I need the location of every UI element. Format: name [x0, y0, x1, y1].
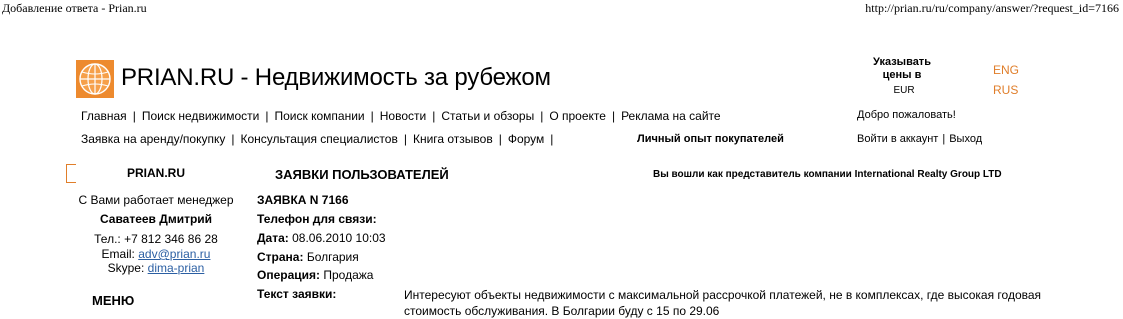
nav-separator: |	[370, 109, 374, 123]
nav-request[interactable]: Заявка на аренду/покупку	[81, 132, 225, 146]
manager-email-link[interactable]: adv@prian.ru	[138, 247, 210, 261]
request-number: ЗАЯВКА N 7166	[257, 193, 349, 207]
manager-email-row: Email: adv@prian.ru	[66, 247, 246, 261]
nav-separator: |	[611, 109, 616, 123]
lang-rus-link[interactable]: RUS	[993, 83, 1018, 97]
country-row: Страна: Болгария	[257, 250, 359, 264]
currency-label: Указывать цены в	[873, 56, 931, 81]
globe-logo-icon[interactable]	[76, 60, 114, 98]
country-value: Болгария	[306, 250, 359, 264]
main-nav: Главная | Поиск недвижимости | Поиск компани…	[81, 109, 721, 123]
nav-separator: |	[132, 109, 136, 123]
phone-label: Телефон для связи:	[257, 212, 377, 226]
secondary-nav: Заявка на аренду/покупку | Консультация сп…	[81, 132, 559, 146]
login-link[interactable]: Войти в аккаунт	[857, 133, 938, 145]
auth-separator: |	[942, 133, 946, 145]
date-row: Дата: 08.06.2010 10:03	[257, 231, 386, 245]
lang-eng-link[interactable]: ENG	[993, 63, 1019, 77]
welcome-text: Добро пожаловать!	[857, 109, 956, 121]
nav-separator: |	[403, 132, 407, 146]
nav-articles[interactable]: Статьи и обзоры	[441, 109, 534, 123]
nav-forum[interactable]: Форум	[508, 132, 544, 146]
nav-consultation[interactable]: Консультация специалистов	[241, 132, 398, 146]
manager-intro: С Вами работает менеджер	[78, 193, 234, 207]
email-label: Email:	[101, 247, 135, 261]
nav-home[interactable]: Главная	[81, 109, 127, 123]
nav-company-search[interactable]: Поиск компании	[275, 109, 365, 123]
date-value: 08.06.2010 10:03	[292, 231, 386, 245]
nav-buyer-experience[interactable]: Личный опыт покупателей	[637, 133, 784, 145]
country-label: Страна:	[257, 250, 304, 264]
nav-reviews[interactable]: Книга отзывов	[413, 132, 493, 146]
manager-skype-link[interactable]: dima-prian	[148, 261, 205, 275]
skype-label: Skype:	[107, 261, 145, 275]
sidebar-title: PRIAN.RU	[126, 166, 185, 180]
nav-separator: |	[550, 132, 554, 146]
manager-phone: Тел.: +7 812 346 86 28	[94, 232, 218, 246]
nav-separator: |	[540, 109, 544, 123]
nav-advertising[interactable]: Реклама на сайте	[621, 109, 721, 123]
date-label: Дата:	[257, 231, 289, 245]
nav-property-search[interactable]: Поиск недвижимости	[142, 109, 260, 123]
manager-skype-row: Skype: dima-prian	[66, 261, 246, 275]
site-title[interactable]: PRIAN.RU - Недвижимость за рубежом	[121, 64, 551, 92]
operation-label: Операция:	[257, 268, 321, 282]
currency-select[interactable]: EUR	[890, 85, 918, 96]
nav-about[interactable]: О проекте	[549, 109, 606, 123]
operation-value: Продажа	[323, 268, 374, 282]
print-page-title: Добавление ответа - Prian.ru	[2, 1, 147, 15]
operation-row: Операция: Продажа	[257, 268, 373, 282]
request-text-value: Интересуют объекты недвижимости с максим…	[404, 288, 1042, 318]
page-title: ЗАЯВКИ ПОЛЬЗОВАТЕЛЕЙ	[275, 167, 449, 182]
request-text-label: Текст заявки:	[257, 287, 337, 301]
nav-separator: |	[498, 132, 502, 146]
nav-news[interactable]: Новости	[380, 109, 426, 123]
logged-in-status: Вы вошли как представитель компании Inte…	[653, 169, 1002, 180]
auth-links: Войти в аккаунт | Выход	[857, 133, 982, 145]
print-page-url: http://prian.ru/ru/company/answer/?reque…	[865, 1, 1119, 15]
logout-link[interactable]: Выход	[949, 133, 982, 145]
nav-separator: |	[432, 109, 436, 123]
nav-separator: |	[231, 132, 235, 146]
sidebar-menu-title: МЕНЮ	[92, 293, 135, 308]
nav-separator: |	[265, 109, 269, 123]
manager-name: Саватеев Дмитрий	[99, 212, 213, 226]
